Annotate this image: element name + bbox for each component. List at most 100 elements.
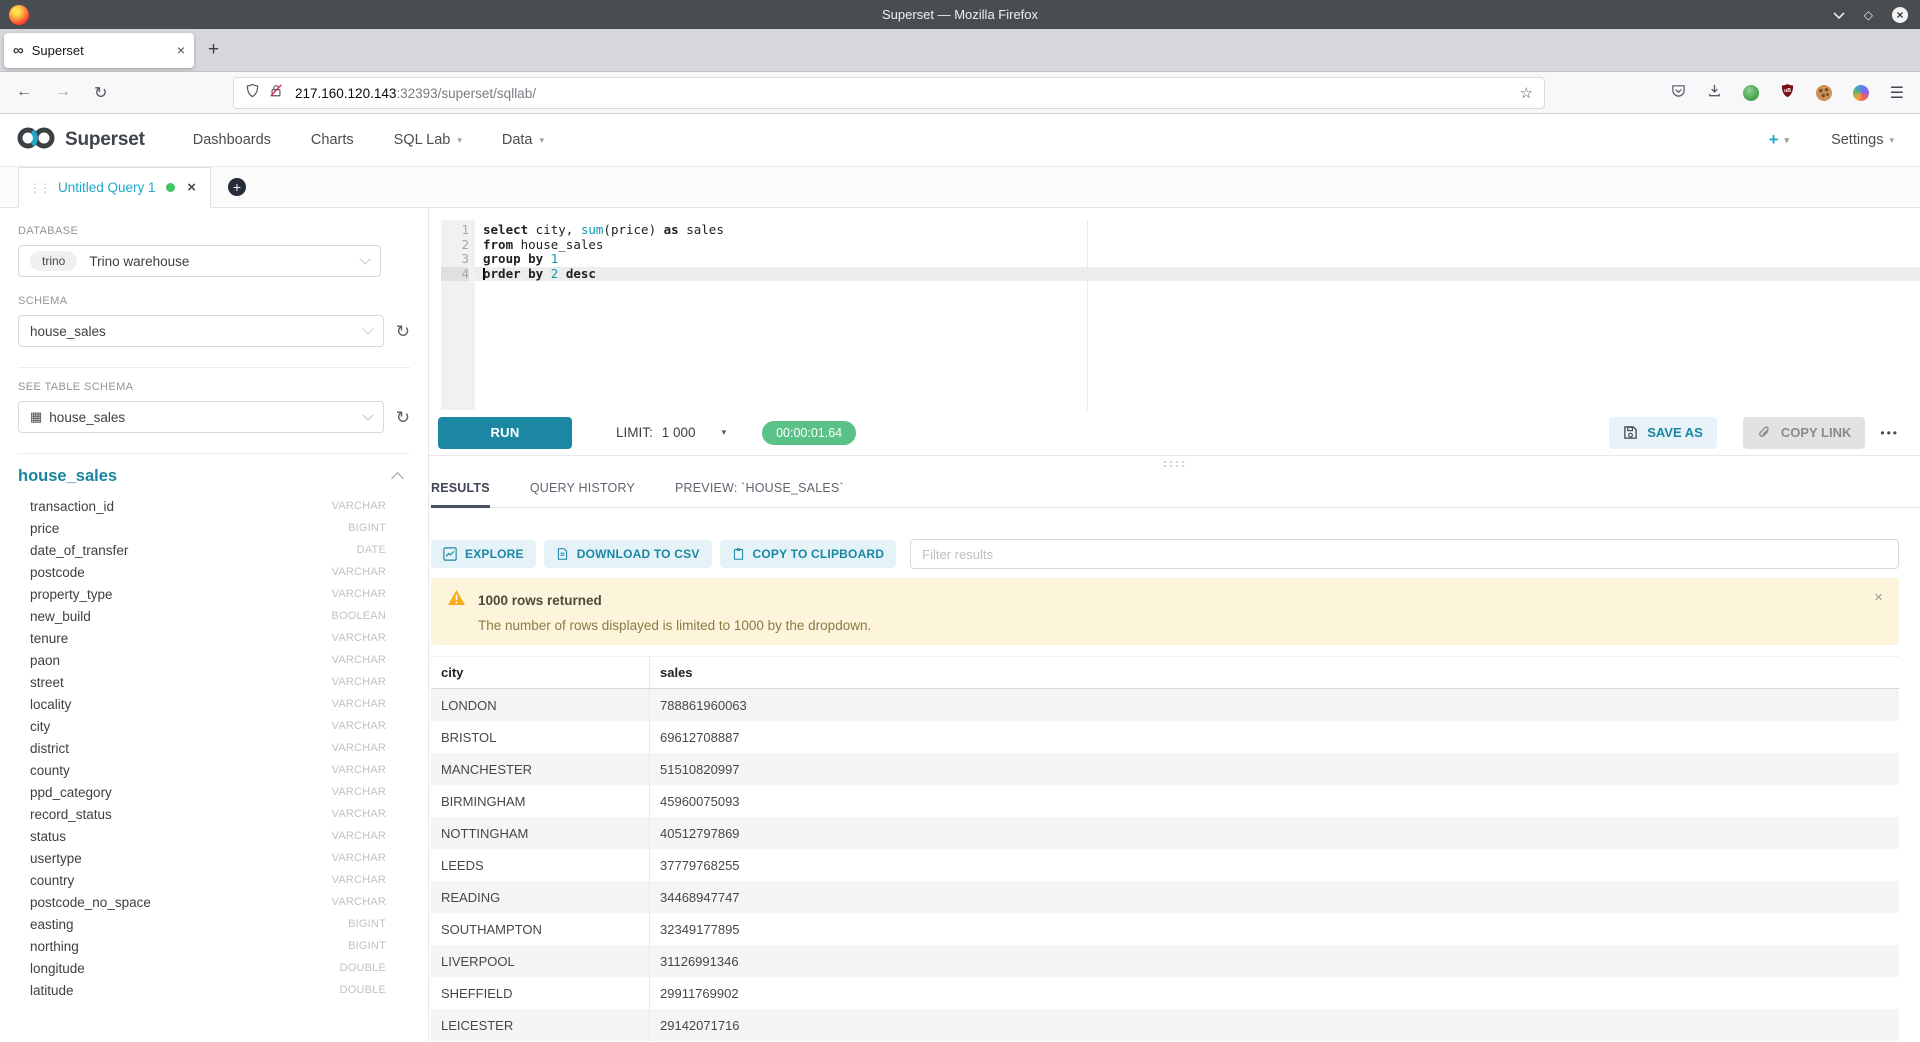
- column-name: longitude: [30, 961, 85, 976]
- schema-value: house_sales: [30, 324, 106, 339]
- maximize-icon[interactable]: ◇: [1864, 9, 1873, 21]
- nav-item-charts[interactable]: Charts: [311, 132, 354, 148]
- tab-close-icon[interactable]: ×: [177, 42, 185, 58]
- limit-dropdown[interactable]: LIMIT: 1 000 ▾: [616, 425, 726, 440]
- shield-icon[interactable]: [245, 83, 260, 103]
- tab-query-history[interactable]: QUERY HISTORY: [530, 481, 635, 507]
- superset-brand[interactable]: Superset: [16, 126, 145, 155]
- drag-handle-icon[interactable]: ⋮⋮: [29, 181, 49, 195]
- database-select[interactable]: trino Trino warehouse: [18, 245, 381, 277]
- code-line: group by 1: [475, 252, 1920, 267]
- run-button[interactable]: RUN: [438, 417, 572, 449]
- column-type: VARCHAR: [332, 566, 386, 578]
- lock-insecure-icon[interactable]: [269, 83, 283, 103]
- address-bar[interactable]: 217.160.120.143:32393/superset/sqllab/ ☆: [233, 77, 1545, 109]
- column-name: postcode_no_space: [30, 895, 151, 910]
- add-new-button[interactable]: +▾: [1769, 130, 1789, 150]
- column-header-sales[interactable]: sales: [649, 657, 1899, 688]
- sql-token: from: [483, 237, 513, 252]
- cookie-icon[interactable]: [1816, 85, 1832, 101]
- sql-editor[interactable]: 1234 select city, sum(price) as salesfro…: [441, 220, 1920, 410]
- refresh-table-icon[interactable]: ↻: [396, 409, 410, 426]
- column-name: transaction_id: [30, 499, 114, 514]
- column-type: VARCHAR: [332, 764, 386, 776]
- save-as-button[interactable]: SAVE AS: [1609, 417, 1717, 449]
- refresh-schema-icon[interactable]: ↻: [396, 323, 410, 340]
- download-to-csv-button[interactable]: DOWNLOAD TO CSV: [544, 540, 712, 568]
- column-row: postcode_no_spaceVARCHAR: [18, 891, 410, 913]
- table-select[interactable]: ▦ house_sales: [18, 401, 384, 433]
- table-row: SHEFFIELD29911769902: [431, 977, 1899, 1009]
- ublock-icon[interactable]: uB: [1780, 83, 1795, 103]
- copy-to-clipboard-button[interactable]: COPY TO CLIPBOARD: [720, 540, 897, 568]
- more-options-button[interactable]: •••: [1880, 426, 1899, 440]
- gutter-line: 4: [441, 267, 469, 282]
- column-name: district: [30, 741, 69, 756]
- back-icon[interactable]: ←: [16, 83, 32, 103]
- window-titlebar: Superset — Mozilla Firefox ◇ ×: [0, 0, 1920, 29]
- nav-item-dashboards[interactable]: Dashboards: [193, 132, 271, 148]
- copy-link-button[interactable]: COPY LINK: [1743, 417, 1866, 449]
- browser-tab-title: Superset: [32, 43, 177, 58]
- bookmark-star-icon[interactable]: ☆: [1520, 84, 1533, 102]
- column-name: city: [30, 719, 50, 734]
- pane-resizer[interactable]: [429, 456, 1920, 472]
- collapse-chevron-up-icon[interactable]: [391, 472, 404, 485]
- query-tab[interactable]: ⋮⋮ Untitled Query 1 ×: [18, 167, 211, 208]
- query-tab-close-icon[interactable]: ×: [187, 179, 196, 196]
- drag-handle-icon[interactable]: [1162, 460, 1188, 468]
- nav-item-sql-lab[interactable]: SQL Lab▾: [394, 132, 462, 148]
- column-name: street: [30, 675, 64, 690]
- nav-item-data[interactable]: Data▾: [502, 132, 544, 148]
- reload-icon[interactable]: ↻: [94, 83, 107, 103]
- table-schema-title: house_sales: [18, 467, 117, 486]
- sql-token: house_sales: [513, 237, 603, 252]
- table-cell: SHEFFIELD: [431, 977, 649, 1009]
- nav-item-label: Charts: [311, 132, 354, 148]
- caret-down-icon: ▾: [540, 135, 545, 146]
- query-tab-bar: ⋮⋮ Untitled Query 1 × +: [0, 167, 1920, 208]
- minimize-icon[interactable]: [1833, 9, 1845, 21]
- column-row: paonVARCHAR: [18, 649, 410, 671]
- menu-icon[interactable]: ☰: [1890, 83, 1904, 103]
- column-name: ppd_category: [30, 785, 112, 800]
- column-name: usertype: [30, 851, 82, 866]
- database-label: DATABASE: [18, 225, 410, 237]
- results-table-body: LONDON788861960063BRISTOL69612708887MANC…: [431, 689, 1899, 1041]
- sql-token: sum: [581, 222, 604, 237]
- browser-tab[interactable]: ∞ Superset ×: [4, 33, 194, 68]
- explore-button[interactable]: EXPLORE: [431, 540, 536, 568]
- elapsed-time-badge: 00:00:01.64: [762, 421, 856, 445]
- browser-extension-icons: uB ☰: [1671, 83, 1904, 103]
- sql-token: city,: [528, 222, 581, 237]
- close-icon[interactable]: ×: [1892, 7, 1908, 23]
- privacy-badger-icon[interactable]: [1743, 85, 1759, 101]
- new-tab-button[interactable]: +: [208, 39, 219, 61]
- schema-select[interactable]: house_sales: [18, 315, 384, 347]
- forward-icon[interactable]: →: [55, 83, 71, 103]
- column-type: VARCHAR: [332, 874, 386, 886]
- add-query-tab-button[interactable]: +: [228, 178, 246, 196]
- tab-preview-house-sales[interactable]: PREVIEW: `HOUSE_SALES`: [675, 481, 844, 507]
- column-type: VARCHAR: [332, 720, 386, 732]
- download-icon[interactable]: [1707, 83, 1722, 103]
- chevron-down-icon: [359, 253, 370, 264]
- editor-code[interactable]: select city, sum(price) as salesfrom hou…: [475, 220, 1920, 410]
- filter-results-input[interactable]: [910, 539, 1899, 569]
- container-icon[interactable]: [1853, 85, 1869, 101]
- settings-menu[interactable]: Settings▾: [1831, 132, 1894, 148]
- table-cell: 51510820997: [649, 753, 1899, 785]
- caret-down-icon: ▾: [1889, 135, 1894, 146]
- tab-results[interactable]: RESULTS: [431, 481, 490, 507]
- table-cell: READING: [431, 881, 649, 913]
- alert-close-icon[interactable]: ×: [1874, 589, 1883, 606]
- column-header-city[interactable]: city: [431, 657, 649, 688]
- url-text[interactable]: 217.160.120.143:32393/superset/sqllab/: [295, 86, 536, 101]
- column-row: tenureVARCHAR: [18, 627, 410, 649]
- link-icon: [1757, 425, 1772, 440]
- table-cell: SOUTHAMPTON: [431, 913, 649, 945]
- column-name: new_build: [30, 609, 91, 624]
- pocket-icon[interactable]: [1671, 83, 1686, 103]
- column-row: longitudeDOUBLE: [18, 957, 410, 979]
- table-row: READING34468947747: [431, 881, 1899, 913]
